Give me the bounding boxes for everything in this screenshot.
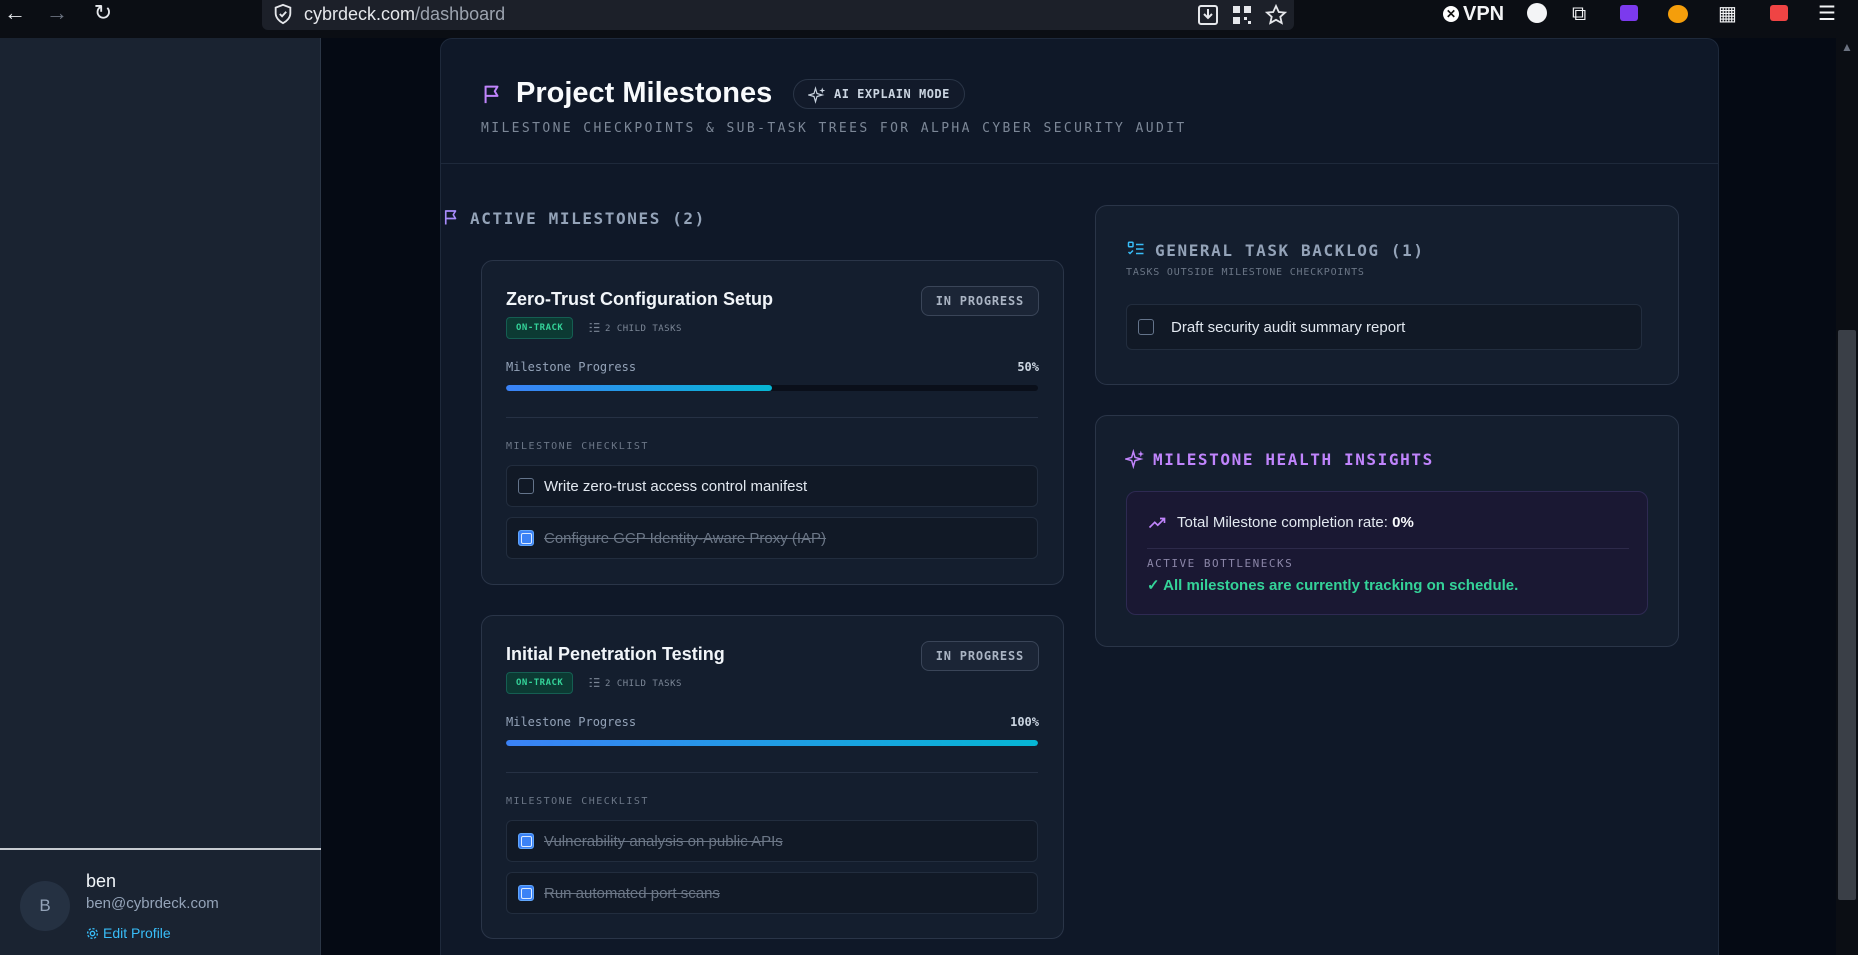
gear-icon (86, 927, 99, 940)
trending-up-icon (1148, 517, 1166, 529)
task-text: Vulnerability analysis on public APIs (544, 833, 783, 850)
status-badge[interactable]: IN PROGRESS (920, 641, 1039, 671)
edit-profile-link[interactable]: Edit Profile (86, 925, 171, 941)
progress-fill (506, 740, 1038, 746)
list-tree-icon (589, 323, 600, 332)
backlog-subheading: TASKS OUTSIDE MILESTONE CHECKPOINTS (1126, 267, 1365, 278)
completion-rate: Total Milestone completion rate: 0% (1177, 514, 1414, 531)
checklist-label: MILESTONE CHECKLIST (506, 441, 649, 452)
forward-arrow-icon[interactable]: → (42, 0, 72, 28)
sidebar (0, 38, 321, 955)
checklist-item[interactable]: Run automated port scans (506, 872, 1038, 914)
list-tree-icon (589, 678, 600, 687)
avatar[interactable]: B (20, 881, 70, 931)
sparkles-icon (808, 86, 826, 104)
page-subtitle: MILESTONE CHECKPOINTS & SUB-TASK TREES F… (481, 121, 1187, 136)
task-checkbox[interactable] (518, 885, 534, 901)
card-divider (506, 772, 1038, 773)
ai-explain-mode-button[interactable]: AI EXPLAIN MODE (793, 79, 965, 109)
backlog-heading: GENERAL TASK BACKLOG (1) (1127, 241, 1425, 260)
insight-divider (1147, 548, 1629, 549)
task-checkbox[interactable] (518, 530, 534, 546)
task-checkbox[interactable] (518, 478, 534, 494)
health-badge: ON-TRACK (506, 317, 574, 339)
flag-icon (484, 85, 499, 104)
backlog-card (1095, 205, 1679, 385)
reload-icon[interactable]: ↻ (88, 0, 118, 28)
browser-toolbar: ← → ↻ cybrdeck.com/dashboard ✕ VPN ⧉ ▦ ☰ (0, 0, 1858, 38)
extensions-puzzle-icon[interactable]: ⧉ (1572, 2, 1586, 28)
milestone-card: Initial Penetration Testing IN PROGRESS … (481, 615, 1064, 939)
progress-bar (506, 385, 1038, 391)
child-tasks-count: 2 CHILD TASKS (588, 676, 682, 689)
user-name: ben (86, 871, 117, 891)
task-text: Configure GCP Identity-Aware Proxy (IAP) (544, 530, 827, 547)
avatar-extension-icon[interactable] (1668, 5, 1688, 23)
active-milestones-heading: ACTIVE MILESTONES (2) (444, 209, 706, 228)
sparkles-icon (1125, 449, 1145, 469)
folder-extension-icon[interactable] (1620, 5, 1638, 21)
vpn-button[interactable]: ✕ VPN (1443, 2, 1504, 28)
checklist-item[interactable]: Write zero-trust access control manifest (506, 465, 1038, 507)
backlog-item[interactable]: Draft security audit summary report (1126, 304, 1642, 350)
flag-icon (444, 210, 457, 225)
milestone-card: Zero-Trust Configuration Setup IN PROGRE… (481, 260, 1064, 585)
back-arrow-icon[interactable]: ← (0, 0, 30, 28)
header-divider (441, 163, 1718, 164)
insight-box: Total Milestone completion rate: 0% ACTI… (1126, 491, 1648, 615)
scroll-up-arrow-icon[interactable]: ▲ (1841, 40, 1853, 54)
progress-label: Milestone Progress (506, 360, 637, 374)
task-text: Run automated port scans (544, 885, 720, 902)
bottlenecks-label: ACTIVE BOTTLENECKS (1147, 557, 1294, 570)
page-title: Project Milestones (516, 77, 773, 109)
shield-icon (274, 3, 292, 25)
menu-icon[interactable]: ☰ (1818, 2, 1836, 28)
progress-fill (506, 385, 772, 391)
vpn-off-icon: ✕ (1443, 6, 1459, 22)
checklist-item[interactable]: Configure GCP Identity-Aware Proxy (IAP) (506, 517, 1038, 559)
apps-grid-icon[interactable]: ▦ (1718, 2, 1737, 28)
progress-value: 100% (1010, 715, 1039, 729)
status-badge[interactable]: IN PROGRESS (920, 286, 1039, 316)
user-email: ben@cybrdeck.com (86, 895, 219, 912)
sidebar-divider (0, 848, 321, 850)
card-divider (506, 417, 1038, 418)
milestone-title: Zero-Trust Configuration Setup (506, 289, 773, 309)
child-tasks-count: 2 CHILD TASKS (588, 321, 682, 334)
bottlenecks-message: ✓ All milestones are currently tracking … (1147, 577, 1519, 594)
health-insights-heading: MILESTONE HEALTH INSIGHTS (1125, 449, 1434, 469)
download-icon[interactable] (1196, 3, 1220, 27)
health-badge: ON-TRACK (506, 672, 574, 694)
milestone-title: Initial Penetration Testing (506, 644, 725, 664)
task-checkbox[interactable] (518, 833, 534, 849)
scrollbar-thumb[interactable] (1838, 330, 1856, 900)
checklist-item[interactable]: Vulnerability analysis on public APIs (506, 820, 1038, 862)
checklist-icon (1127, 241, 1144, 255)
checklist-label: MILESTONE CHECKLIST (506, 796, 649, 807)
bitcoin-extension-icon[interactable] (1527, 3, 1547, 23)
bookmark-star-icon[interactable] (1264, 3, 1288, 27)
camera-extension-icon[interactable] (1770, 5, 1788, 21)
task-checkbox[interactable] (1138, 319, 1154, 335)
task-text: Write zero-trust access control manifest (544, 478, 808, 495)
url-text: cybrdeck.com/dashboard (304, 4, 506, 24)
task-text: Draft security audit summary report (1171, 319, 1406, 336)
progress-value: 50% (1017, 360, 1039, 374)
address-bar[interactable]: cybrdeck.com/dashboard (262, 0, 1294, 30)
qr-code-icon[interactable] (1230, 3, 1254, 27)
progress-label: Milestone Progress (506, 715, 637, 729)
progress-bar (506, 740, 1038, 746)
